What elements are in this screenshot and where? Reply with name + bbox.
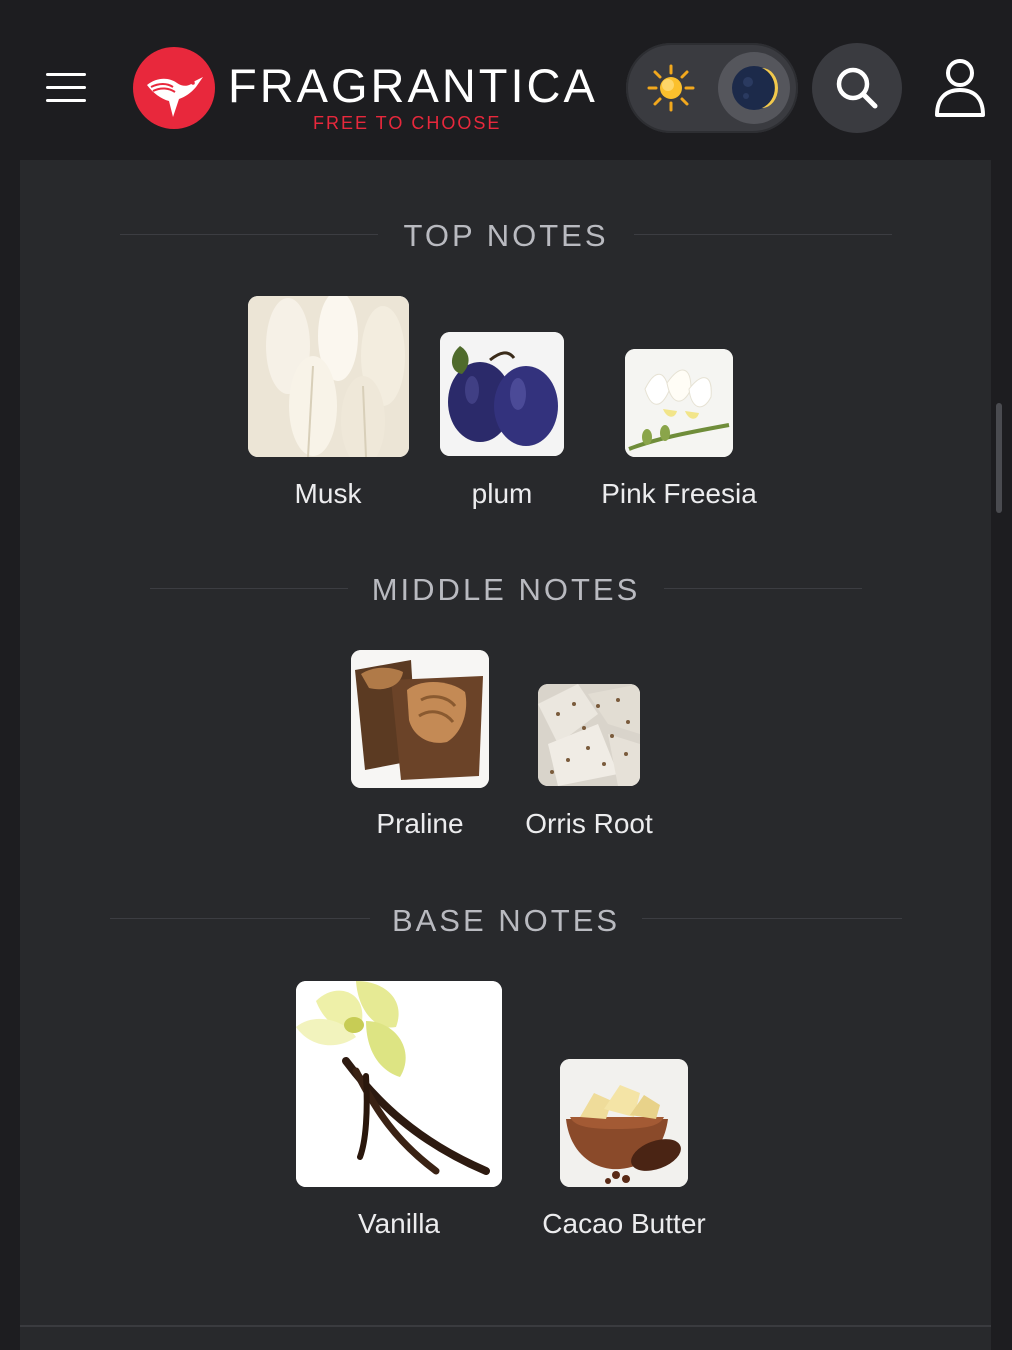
top-notes-title: TOP NOTES <box>403 218 609 253</box>
user-icon[interactable] <box>932 57 988 119</box>
card-divider <box>20 1325 991 1327</box>
note-image-vanilla[interactable] <box>296 981 502 1187</box>
hummingbird-logo[interactable] <box>133 47 215 129</box>
middle-notes-title: MIDDLE NOTES <box>371 572 641 607</box>
note-label[interactable]: plum <box>472 478 533 510</box>
search-button[interactable] <box>812 43 902 133</box>
note-label[interactable]: Pink Freesia <box>601 478 757 510</box>
dark-mode-knob[interactable] <box>718 52 790 124</box>
theme-toggle[interactable] <box>626 43 798 133</box>
note-image-musk[interactable] <box>248 296 409 457</box>
moon-icon <box>732 66 778 110</box>
note-image-orris-root[interactable] <box>538 684 640 786</box>
page-scrollbar[interactable] <box>996 403 1002 513</box>
note-label[interactable]: Musk <box>295 478 362 510</box>
note-label[interactable]: Praline <box>376 808 463 840</box>
note-label[interactable]: Vanilla <box>358 1208 440 1240</box>
note-image-praline[interactable] <box>351 650 489 788</box>
base-notes-title: BASE NOTES <box>391 903 621 938</box>
note-image-plum[interactable] <box>440 332 564 456</box>
search-icon <box>836 67 878 109</box>
sun-icon[interactable] <box>646 63 696 113</box>
brand-tagline: FREE TO CHOOSE <box>313 113 502 133</box>
menu-icon[interactable] <box>46 73 86 103</box>
note-label[interactable]: Cacao Butter <box>542 1208 705 1240</box>
note-image-cacao-butter[interactable] <box>560 1059 688 1187</box>
note-image-freesia[interactable] <box>625 349 733 457</box>
note-label[interactable]: Orris Root <box>525 808 653 840</box>
site-header: FRAGRANTICA FREE TO CHOOSE <box>0 0 1012 160</box>
brand-name[interactable]: FRAGRANTICA <box>228 60 598 112</box>
